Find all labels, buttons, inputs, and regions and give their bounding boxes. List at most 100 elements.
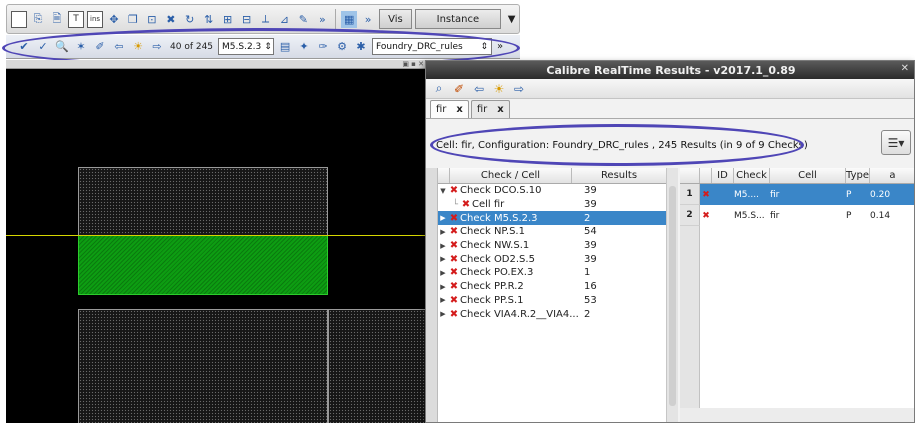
- collapsed-arrow-icon[interactable]: ▶: [438, 269, 448, 277]
- text-icon[interactable]: T: [67, 10, 84, 28]
- calendar-icon[interactable]: ▤: [277, 39, 293, 55]
- delete-icon[interactable]: ✖: [163, 11, 179, 28]
- tree-row-check[interactable]: ▶ ✖ Check PP.S.1 53: [438, 294, 666, 308]
- check-select[interactable]: M5.S.2.3 ⇕: [218, 38, 275, 55]
- table-row-selected[interactable]: 1 ✖ M5.... fir P 0.20: [680, 184, 914, 205]
- cut-icon[interactable]: ⊟: [239, 11, 255, 28]
- close-icon[interactable]: x: [456, 104, 462, 115]
- tree-row-cell[interactable]: └ ✖ Cell fir 39: [438, 198, 666, 212]
- path-icon[interactable]: ⊿: [277, 11, 293, 28]
- layout-canvas[interactable]: [6, 69, 428, 423]
- new-icon[interactable]: [11, 10, 28, 28]
- collapsed-arrow-icon[interactable]: ▶: [438, 228, 448, 236]
- sun-icon[interactable]: ☀: [130, 39, 146, 55]
- instance-button[interactable]: Instance: [414, 9, 502, 29]
- tree-row-check[interactable]: ▶ ✖ Check NP.S.1 54: [438, 225, 666, 239]
- window-controls-icon[interactable]: ▣ ▪ ✕: [402, 60, 424, 68]
- instance-icon[interactable]: ins: [87, 10, 104, 28]
- table-row[interactable]: 2 ✖ M5.S... fir P 0.14: [680, 205, 914, 226]
- row-type: P: [846, 189, 852, 200]
- more-icon[interactable]: »: [314, 11, 330, 28]
- dropdown-arrow-icon[interactable]: ▼: [504, 9, 519, 29]
- more-icon-3[interactable]: »: [497, 41, 503, 52]
- tree-row-check[interactable]: ▼ ✖ Check DCO.S.10 39: [438, 184, 666, 198]
- tree-row-check[interactable]: ▶ ✖ Check PO.EX.3 1: [438, 266, 666, 280]
- tab-fir-2[interactable]: fir x: [470, 100, 510, 118]
- collapsed-arrow-icon[interactable]: ▶: [438, 255, 448, 263]
- vis-button[interactable]: Vis: [379, 9, 412, 29]
- next-arrow-icon[interactable]: ⇨: [512, 82, 526, 96]
- ruler-icon[interactable]: ⟂: [258, 11, 274, 28]
- save-icon[interactable]: 🗎: [49, 11, 65, 28]
- collapsed-arrow-icon[interactable]: ▶: [438, 214, 448, 222]
- tree-header-check[interactable]: Check / Cell: [450, 168, 572, 183]
- layout-shape-top[interactable]: [78, 167, 328, 237]
- wand-icon[interactable]: ✎: [295, 11, 311, 28]
- spin-icon: ⇕: [480, 41, 489, 52]
- results-header-mark[interactable]: [700, 168, 712, 183]
- expanded-arrow-icon[interactable]: ▼: [438, 187, 448, 195]
- tree-header-results[interactable]: Results: [572, 168, 666, 183]
- results-header-index[interactable]: [680, 168, 700, 183]
- rules-select[interactable]: Foundry_DRC_rules ⇕: [372, 38, 493, 55]
- layout-shape-bottom-right[interactable]: [328, 309, 428, 423]
- collapsed-arrow-icon[interactable]: ▶: [438, 310, 448, 318]
- row-data[interactable]: ✖ M5.S... fir P 0.14: [700, 205, 914, 226]
- check-plus-icon[interactable]: ✓: [35, 39, 51, 55]
- open-icon[interactable]: ⎘: [30, 11, 46, 28]
- tree-scrollbar-thumb[interactable]: [669, 186, 676, 406]
- tree-row-check[interactable]: ▶ ✖ Check PP.R.2 16: [438, 280, 666, 294]
- collapsed-arrow-icon[interactable]: ▶: [438, 242, 448, 250]
- prev-arrow-icon[interactable]: ⇦: [472, 82, 486, 96]
- more-icon-2[interactable]: »: [360, 11, 376, 28]
- copy-icon[interactable]: ❐: [125, 11, 141, 28]
- flip-icon[interactable]: ⇅: [201, 11, 217, 28]
- drc-toolbar: ✔ ✓ 🔍 ✶ ✐ ⇦ ☀ ⇨ 40 of 245 M5.S.2.3 ⇕ ▤ ✦…: [6, 35, 520, 59]
- stretch-icon[interactable]: ⊡: [144, 11, 160, 28]
- tab-fir-1[interactable]: fir x: [430, 100, 469, 118]
- move-icon[interactable]: ✥: [106, 11, 122, 28]
- results-header-cell[interactable]: Cell: [770, 168, 846, 183]
- tree-header-icon[interactable]: [438, 168, 450, 183]
- error-x-icon: ✖: [449, 308, 459, 320]
- row-data[interactable]: ✖ M5.... fir P 0.20: [700, 184, 914, 205]
- find-icon[interactable]: ⌕: [432, 81, 446, 96]
- tree-row-name: Cell fir: [472, 199, 505, 211]
- tree-row-check[interactable]: ▶ ✖ Check OD2.S.5 39: [438, 252, 666, 266]
- layout-shape-bottom[interactable]: [78, 309, 328, 423]
- next-arrow-icon[interactable]: ⇨: [149, 39, 165, 55]
- wizard-icon[interactable]: ✦: [296, 39, 312, 55]
- close-icon[interactable]: ✕: [901, 63, 909, 74]
- highlight-icon[interactable]: ✶: [73, 39, 89, 55]
- highlighted-m5-shape[interactable]: [78, 235, 328, 295]
- tools-icon[interactable]: ✱: [353, 39, 369, 55]
- results-header-type[interactable]: Type: [846, 168, 870, 183]
- tree-row-name: Check PO.EX.3: [460, 267, 534, 279]
- tree-scrollbar[interactable]: [666, 168, 678, 422]
- window-titlebar[interactable]: Calibre RealTime Results - v2017.1_0.89 …: [426, 61, 914, 79]
- magnify-icon[interactable]: 🔍: [54, 39, 70, 55]
- collapsed-arrow-icon[interactable]: ▶: [438, 283, 448, 291]
- settings-icon[interactable]: ⚙: [334, 39, 350, 55]
- results-header-id[interactable]: ID: [712, 168, 734, 183]
- brush-icon[interactable]: ✐: [452, 82, 466, 96]
- tree-row-count: 16: [584, 281, 597, 293]
- results-header-value[interactable]: a: [870, 168, 914, 183]
- tree-row-check-selected[interactable]: ▶ ✖ Check M5.S.2.3 2: [438, 211, 666, 226]
- results-header-check[interactable]: Check: [734, 168, 770, 183]
- collapsed-arrow-icon[interactable]: ▶: [438, 296, 448, 304]
- main-toolbar: ⎘ 🗎 T ins ✥ ❐ ⊡ ✖ ↻ ⇅ ⊞ ⊟ ⟂ ⊿ ✎ » ▦ » Vi…: [6, 4, 520, 34]
- tree-row-check[interactable]: ▶ ✖ Check VIA4.R.2__VIA4... 2: [438, 307, 666, 321]
- close-icon[interactable]: x: [497, 104, 503, 115]
- paint-icon[interactable]: ✑: [315, 39, 331, 55]
- sun-icon[interactable]: ☀: [492, 82, 506, 96]
- rotate-icon[interactable]: ↻: [182, 11, 198, 28]
- view-options-button[interactable]: ☰▾: [881, 130, 911, 155]
- grid-icon[interactable]: ▦: [341, 10, 358, 28]
- prev-arrow-icon[interactable]: ⇦: [111, 39, 127, 55]
- check-icon[interactable]: ✔: [16, 39, 32, 55]
- tree-row-count: 39: [584, 253, 597, 265]
- merge-icon[interactable]: ⊞: [220, 11, 236, 28]
- tree-row-check[interactable]: ▶ ✖ Check NW.S.1 39: [438, 239, 666, 253]
- brush-icon[interactable]: ✐: [92, 39, 108, 55]
